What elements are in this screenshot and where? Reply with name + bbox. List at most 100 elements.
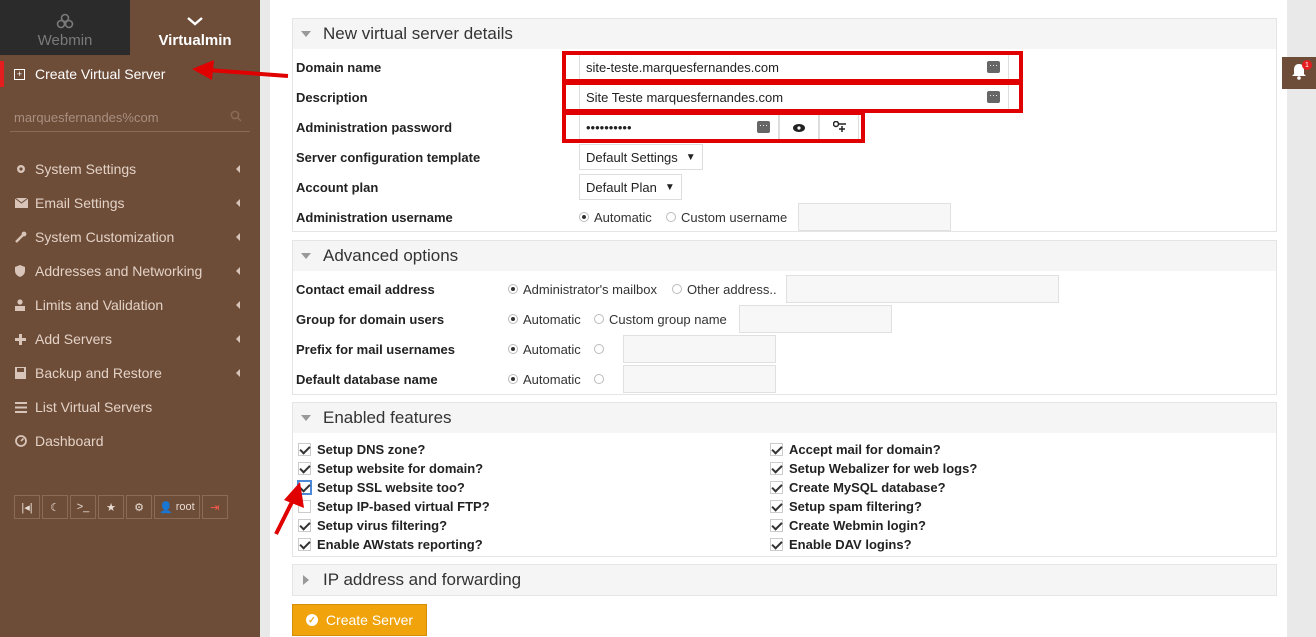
custom-username-input[interactable] — [798, 203, 951, 231]
feature-webalizer[interactable]: Setup Webalizer for web logs? — [770, 461, 977, 476]
feature-accept-mail[interactable]: Accept mail for domain? — [770, 442, 941, 457]
checkbox[interactable] — [770, 443, 783, 456]
switch-virtualmin-label: Virtualmin — [158, 32, 232, 49]
checkbox[interactable] — [298, 462, 311, 475]
group-automatic-radio[interactable]: Automatic — [508, 312, 581, 327]
caret-left-icon — [236, 165, 240, 173]
sidebar-item-system-customization[interactable]: System Customization — [0, 220, 260, 254]
checkbox[interactable] — [770, 481, 783, 494]
plan-value: Default Plan — [586, 179, 657, 195]
feature-label: Setup IP-based virtual FTP? — [317, 499, 490, 514]
notification-badge: 1 — [1302, 60, 1312, 70]
template-select[interactable]: Default Settings ▼ — [579, 144, 703, 170]
prefix-automatic-radio[interactable]: Automatic — [508, 342, 581, 357]
radio-button[interactable] — [579, 212, 589, 222]
checkbox[interactable] — [298, 538, 311, 551]
switch-virtualmin[interactable]: Virtualmin — [130, 0, 260, 55]
sidebar-item-limits-validation[interactable]: Limits and Validation — [0, 288, 260, 322]
main-content: New virtual server details Domain name s… — [270, 0, 1287, 637]
db-automatic-radio[interactable]: Automatic — [508, 372, 581, 387]
prefix-custom-input[interactable] — [623, 335, 776, 363]
username-custom-radio[interactable]: Custom username — [666, 210, 787, 225]
sidebar-item-system-settings[interactable]: System Settings — [0, 152, 260, 186]
template-value: Default Settings — [586, 149, 678, 165]
caret-left-icon — [236, 301, 240, 309]
advanced-panel-header[interactable]: Advanced options — [293, 241, 1276, 271]
dashboard-icon — [15, 435, 35, 447]
feature-label: Enable DAV logins? — [789, 537, 912, 552]
group-label: Group for domain users — [296, 311, 445, 327]
contact-label: Contact email address — [296, 281, 435, 297]
feature-label: Setup website for domain? — [317, 461, 484, 476]
checkbox[interactable] — [770, 500, 783, 513]
feature-awstats[interactable]: Enable AWstats reporting? — [298, 537, 483, 552]
contact-admin-radio[interactable]: Administrator's mailbox — [508, 282, 657, 297]
feature-webmin-login[interactable]: Create Webmin login? — [770, 518, 926, 533]
radio-button[interactable] — [672, 284, 682, 294]
radio-button[interactable] — [508, 314, 518, 324]
caret-left-icon — [236, 267, 240, 275]
plan-select[interactable]: Default Plan ▼ — [579, 174, 682, 200]
prefix-custom-radio[interactable] — [594, 344, 604, 354]
dropdown-arrow-icon: ▼ — [664, 181, 675, 193]
cogs-icon[interactable]: ⚙ — [126, 495, 152, 519]
sidebar-item-label: Create Virtual Server — [35, 66, 166, 82]
create-server-label: Create Server — [325, 612, 414, 628]
domain-selector[interactable]: marquesfernandes%com — [10, 104, 250, 132]
feature-website[interactable]: Setup website for domain? — [298, 461, 483, 476]
feature-label: Setup spam filtering? — [789, 499, 922, 514]
user-icon: 👤 — [159, 501, 173, 514]
star-icon[interactable]: ★ — [98, 495, 124, 519]
sidebar-item-add-servers[interactable]: Add Servers — [0, 322, 260, 356]
checkbox[interactable] — [770, 462, 783, 475]
feature-dns-zone[interactable]: Setup DNS zone? — [298, 442, 425, 457]
radio-button[interactable] — [594, 314, 604, 324]
domain-selector-value: marquesfernandes%com — [14, 110, 159, 125]
contact-other-radio[interactable]: Other address.. — [672, 282, 777, 297]
radio-button[interactable] — [666, 212, 676, 222]
details-panel-header[interactable]: New virtual server details — [293, 19, 1276, 49]
sidebar: Webmin Virtualmin + Create Virtual Serve… — [0, 0, 260, 637]
collapse-icon[interactable]: |◂| — [14, 495, 40, 519]
create-server-button[interactable]: ✓ Create Server — [292, 604, 427, 636]
sidebar-item-addresses-networking[interactable]: Addresses and Networking — [0, 254, 260, 288]
feature-mysql[interactable]: Create MySQL database? — [770, 480, 946, 495]
template-row: Server configuration template Default Se… — [293, 142, 1278, 172]
feature-label: Setup DNS zone? — [317, 442, 426, 457]
feature-virus-filtering[interactable]: Setup virus filtering? — [298, 518, 447, 533]
list-icon — [15, 401, 35, 413]
radio-button[interactable] — [508, 374, 518, 384]
checkbox[interactable] — [770, 538, 783, 551]
terminal-icon[interactable]: >_ — [70, 495, 96, 519]
db-custom-radio[interactable] — [594, 374, 604, 384]
sidebar-item-label: System Settings — [35, 161, 137, 177]
radio-label: Automatic — [523, 341, 581, 357]
switch-webmin[interactable]: Webmin — [0, 0, 130, 55]
user-button[interactable]: 👤 root — [154, 495, 200, 519]
checkbox[interactable] — [298, 443, 311, 456]
feature-ssl-website[interactable]: Setup SSL website too? — [298, 480, 465, 495]
db-custom-input[interactable] — [623, 365, 776, 393]
caret-left-icon — [236, 199, 240, 207]
username-automatic-radio[interactable]: Automatic — [579, 210, 652, 225]
check-circle-icon: ✓ — [305, 614, 318, 626]
ip-panel-header[interactable]: IP address and forwarding — [293, 565, 1276, 595]
feature-spam-filtering[interactable]: Setup spam filtering? — [770, 499, 922, 514]
logout-icon[interactable]: ⇥ — [201, 495, 228, 519]
features-panel-header[interactable]: Enabled features — [293, 403, 1276, 433]
radio-button[interactable] — [508, 284, 518, 294]
plan-label: Account plan — [296, 179, 379, 195]
sidebar-item-backup-restore[interactable]: Backup and Restore — [0, 356, 260, 390]
sidebar-item-email-settings[interactable]: Email Settings — [0, 186, 260, 220]
sidebar-item-list-virtual-servers[interactable]: List Virtual Servers — [0, 390, 260, 424]
checkbox[interactable] — [770, 519, 783, 532]
feature-dav-logins[interactable]: Enable DAV logins? — [770, 537, 912, 552]
feature-ip-ftp[interactable]: Setup IP-based virtual FTP? — [298, 499, 490, 514]
group-custom-radio[interactable]: Custom group name — [594, 312, 727, 327]
radio-button[interactable] — [508, 344, 518, 354]
custom-group-input[interactable] — [739, 305, 892, 333]
notifications-button[interactable]: 1 — [1282, 57, 1316, 89]
sidebar-item-dashboard[interactable]: Dashboard — [0, 424, 260, 458]
contact-other-input[interactable] — [786, 275, 1059, 303]
moon-icon[interactable]: ☾ — [42, 495, 68, 519]
